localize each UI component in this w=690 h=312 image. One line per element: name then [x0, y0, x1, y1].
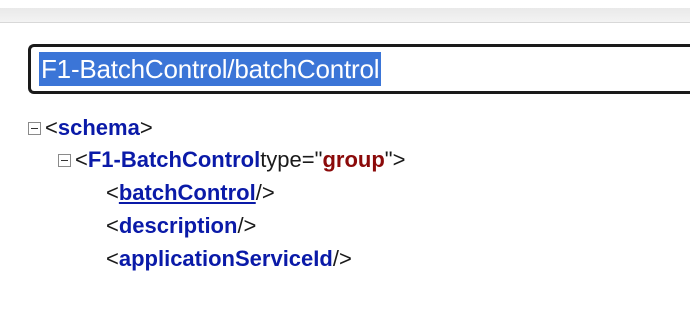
tag-name-batchcontrol-link[interactable]: batchControl — [119, 180, 256, 206]
tag-close-bracket: > — [139, 115, 153, 140]
tree-node-batchcontrol[interactable]: < batchControl /> — [106, 177, 275, 209]
tag-self-close: /> — [237, 213, 257, 238]
tag-self-close: /> — [255, 180, 275, 205]
tag-name-description: description — [118, 213, 238, 238]
collapse-minus-icon[interactable] — [28, 121, 41, 135]
tag-name-f1-batchcontrol: F1-BatchControl — [87, 147, 261, 172]
xpath-input[interactable]: F1-BatchControl/batchControl — [28, 44, 690, 94]
tag-name-schema: schema — [57, 115, 140, 140]
toolbar-band — [0, 8, 690, 23]
tag-self-close: /> — [332, 246, 352, 271]
collapse-minus-icon[interactable] — [58, 153, 71, 167]
tag-open-bracket: < — [106, 180, 119, 205]
window-top-edge — [0, 0, 690, 8]
tag-open-bracket: < — [106, 246, 119, 271]
tree-node-f1-batchcontrol[interactable]: < F1-BatchControl type=" group "> — [58, 144, 405, 176]
tree-node-applicationserviceid[interactable]: < applicationServiceId /> — [106, 243, 352, 275]
attribute-value-group: group — [322, 147, 385, 172]
tag-name-applicationserviceid: applicationServiceId — [118, 246, 333, 271]
tag-open-bracket: < — [75, 147, 88, 172]
tag-close-bracket: "> — [384, 147, 406, 172]
xpath-input-value[interactable]: F1-BatchControl/batchControl — [39, 52, 382, 86]
tag-open-bracket: < — [106, 213, 119, 238]
tree-node-schema[interactable]: < schema > — [28, 112, 153, 144]
tag-open-bracket: < — [45, 115, 58, 140]
tree-node-description[interactable]: < description /> — [106, 210, 256, 242]
attribute-type: type=" — [260, 147, 323, 172]
